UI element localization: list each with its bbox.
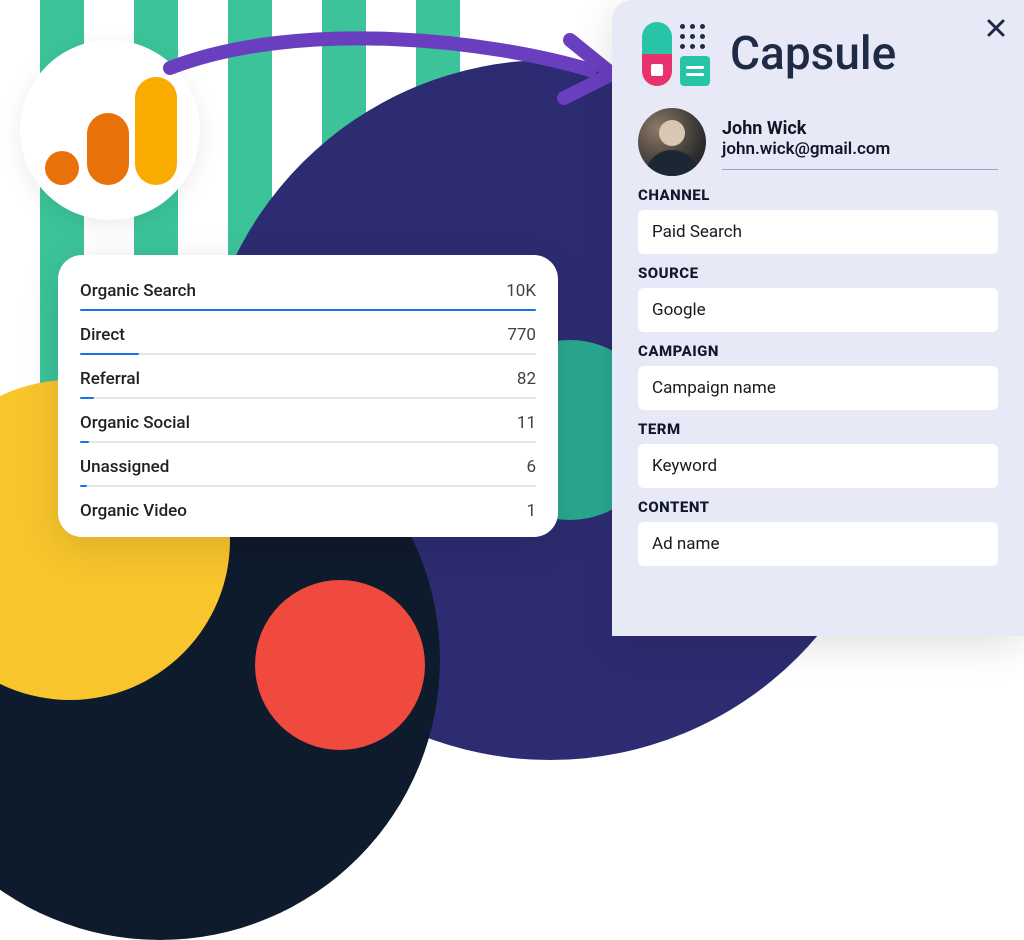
field-label: CHANNEL <box>638 186 998 204</box>
field-value[interactable]: Keyword <box>638 444 998 488</box>
arrow-icon <box>160 28 620 148</box>
contact-info: John Wick john.wick@gmail.com <box>722 114 998 170</box>
analytics-channels-card: Organic Search 10K Direct 770 Referral 82 Orga… <box>58 255 558 537</box>
channel-label: Unassigned <box>80 457 169 477</box>
channel-bar <box>80 309 536 311</box>
channel-value: 10K <box>506 281 536 301</box>
analytics-icon <box>45 75 175 185</box>
channel-bar <box>80 397 536 399</box>
field-value[interactable]: Ad name <box>638 522 998 566</box>
capsule-logo-icon <box>642 22 714 86</box>
channel-row[interactable]: Organic Video 1 <box>80 493 536 527</box>
channel-value: 770 <box>507 325 536 345</box>
bg-circle-red <box>255 580 425 750</box>
field-value[interactable]: Google <box>638 288 998 332</box>
field-value[interactable]: Paid Search <box>638 210 998 254</box>
channel-label: Organic Social <box>80 413 190 433</box>
channel-row[interactable]: Unassigned 6 <box>80 449 536 493</box>
contact-header: John Wick john.wick@gmail.com <box>638 108 998 176</box>
channel-value: 82 <box>517 369 536 389</box>
utm-field: SOURCE Google <box>638 264 998 332</box>
channel-value: 6 <box>526 457 536 477</box>
channel-label: Referral <box>80 369 140 389</box>
field-label: CONTENT <box>638 498 998 516</box>
channel-bar <box>80 485 536 487</box>
channel-row[interactable]: Organic Search 10K <box>80 273 536 317</box>
field-label: CAMPAIGN <box>638 342 998 360</box>
channel-row[interactable]: Direct 770 <box>80 317 536 361</box>
utm-field: CHANNEL Paid Search <box>638 186 998 254</box>
channel-label: Organic Video <box>80 501 187 521</box>
channel-row[interactable]: Organic Social 11 <box>80 405 536 449</box>
channel-bar <box>80 353 536 355</box>
capsule-brand: Capsule <box>642 22 998 86</box>
utm-field: CAMPAIGN Campaign name <box>638 342 998 410</box>
capsule-brand-text: Capsule <box>730 27 896 81</box>
channel-value: 1 <box>526 501 536 521</box>
channel-row[interactable]: Referral 82 <box>80 361 536 405</box>
field-label: SOURCE <box>638 264 998 282</box>
avatar <box>638 108 706 176</box>
channel-label: Direct <box>80 325 125 345</box>
utm-field: TERM Keyword <box>638 420 998 488</box>
channel-label: Organic Search <box>80 281 196 301</box>
capsule-panel: Capsule John Wick john.wick@gmail.com CH… <box>612 0 1024 636</box>
channel-value: 11 <box>517 413 536 433</box>
close-button[interactable] <box>978 10 1014 46</box>
close-icon <box>984 16 1008 40</box>
field-value[interactable]: Campaign name <box>638 366 998 410</box>
utm-field: CONTENT Ad name <box>638 498 998 566</box>
contact-name: John Wick <box>722 118 998 139</box>
contact-email: john.wick@gmail.com <box>722 139 998 159</box>
channel-bar <box>80 441 536 443</box>
field-label: TERM <box>638 420 998 438</box>
